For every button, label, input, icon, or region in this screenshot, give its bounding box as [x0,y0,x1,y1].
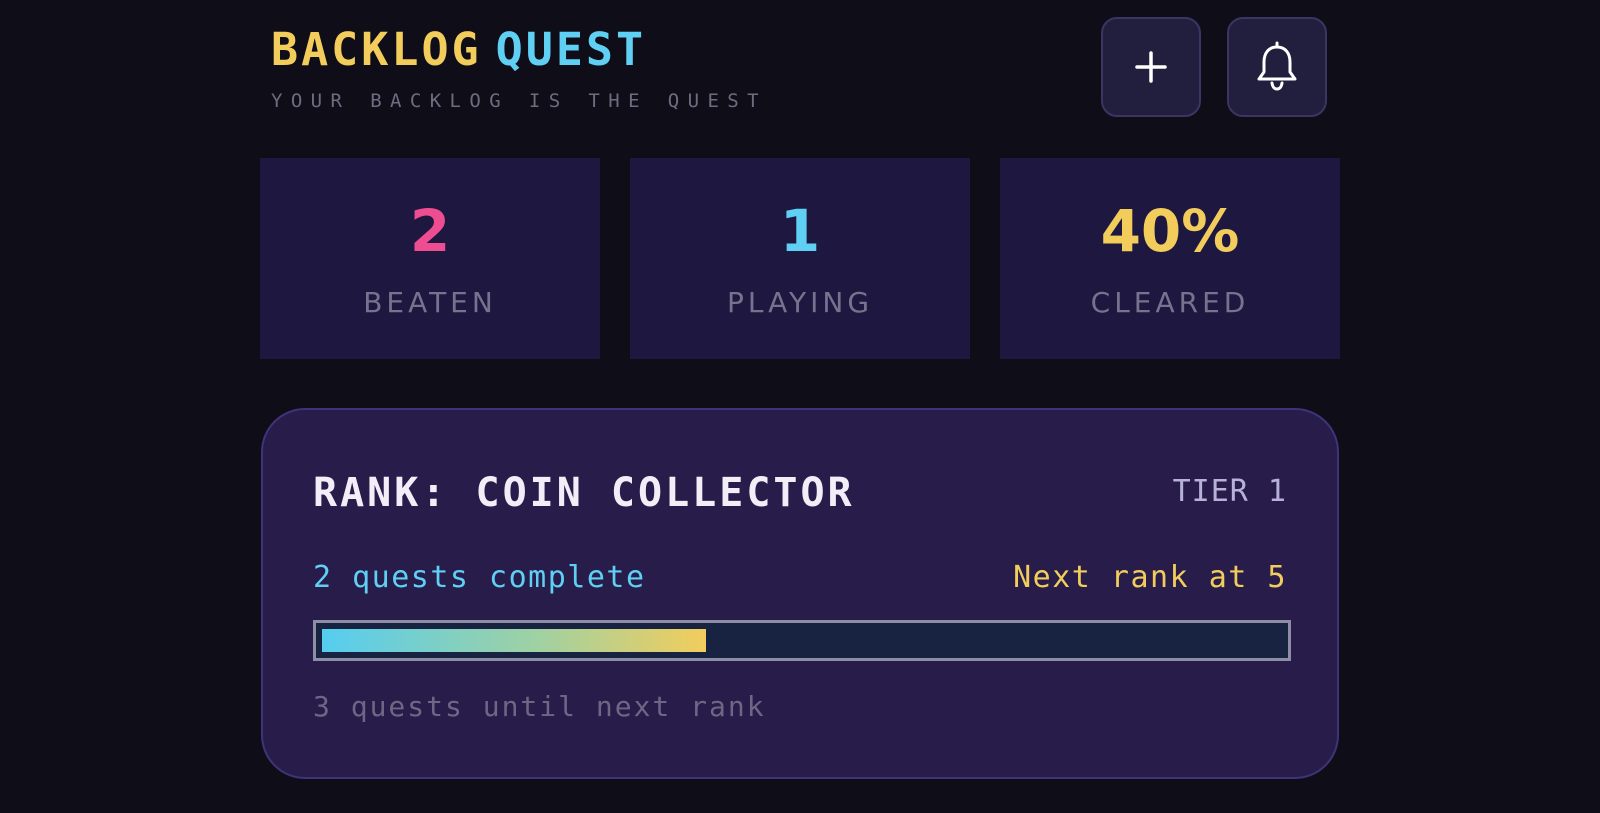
app-title: BACKLOG QUEST [271,22,767,78]
stat-card-playing: 1 PLAYING [630,158,970,359]
plus-icon [1135,51,1167,83]
app-title-word-2: QUEST [495,23,647,76]
quests-remaining-text: 3 quests until next rank [313,690,766,723]
rank-card: RANK: COIN COLLECTOR TIER 1 2 quests com… [261,408,1339,779]
backlog-quest-page: BACKLOG QUEST YOUR BACKLOG IS THE QUEST 2… [0,0,1600,813]
rank-title: RANK: COIN COLLECTOR [313,470,855,516]
rank-tier: TIER 1 [1172,474,1287,509]
app-title-word-1: BACKLOG [271,23,482,76]
brand: BACKLOG QUEST YOUR BACKLOG IS THE QUEST [271,22,767,112]
rank-progress-fill [322,629,706,652]
quests-complete-text: 2 quests complete [313,560,646,595]
stat-value: 40% [1100,197,1240,265]
rank-progress-bar [313,620,1291,661]
stat-card-cleared: 40% CLEARED [1000,158,1340,359]
add-button[interactable] [1101,17,1201,117]
app-tagline: YOUR BACKLOG IS THE QUEST [271,90,767,112]
next-rank-text: Next rank at 5 [1013,560,1287,595]
stat-label: PLAYING [726,286,874,319]
stat-label: BEATEN [363,286,497,319]
notifications-button[interactable] [1227,17,1327,117]
bell-icon [1257,41,1297,91]
stat-value: 1 [779,197,821,265]
stat-card-beaten: 2 BEATEN [260,158,600,359]
stat-label: CLEARED [1090,286,1250,319]
stat-value: 2 [409,197,451,265]
